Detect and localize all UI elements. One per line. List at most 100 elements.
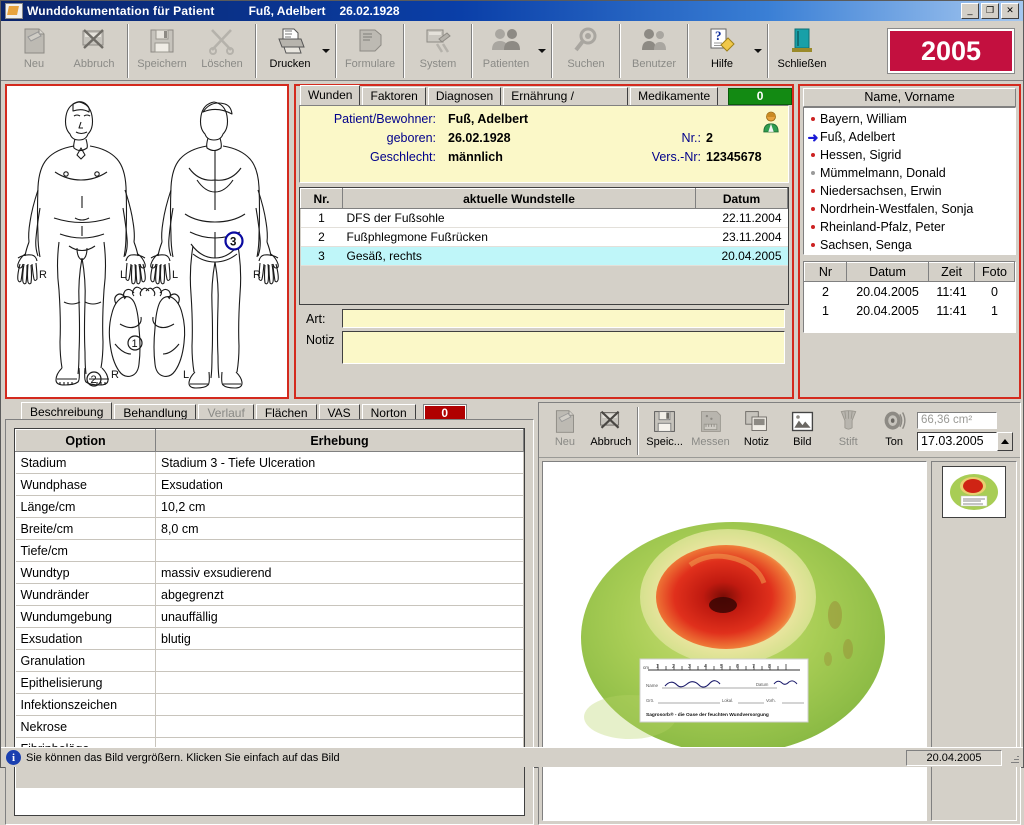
list-item[interactable]: Nordrhein-Westfalen, Sonja	[804, 200, 1015, 218]
toolbar-button-benutzer[interactable]: Benutzer	[624, 22, 684, 80]
photo-thumbnail[interactable]	[942, 466, 1006, 518]
table-row[interactable]: Granulation	[15, 649, 524, 672]
table-row[interactable]: Breite/cm 8,0 cm	[15, 517, 524, 540]
session-table[interactable]: Nr Datum Zeit Foto 2 20.04.2005 11:41 0	[803, 261, 1016, 333]
table-row[interactable]: 1 DFS der Fußsohle 22.11.2004	[300, 208, 788, 228]
photo-button-neu[interactable]: Neu	[542, 405, 588, 457]
toolbar-button-abbruch[interactable]: Abbruch	[64, 22, 124, 80]
photo-button-abbruch[interactable]: Abbruch	[588, 405, 634, 457]
photo-date-value[interactable]: 17.03.2005	[917, 431, 998, 451]
list-item[interactable]: Bayern, William	[804, 110, 1015, 128]
table-row[interactable]: Länge/cm 10,2 cm	[15, 495, 524, 518]
photo-label-messen: Messen	[691, 436, 730, 448]
table-row[interactable]: 3 Gesäß, rechts 20.04.2005	[300, 246, 788, 266]
maximize-button[interactable]: ❐	[981, 3, 999, 19]
toolbar-button-drucken[interactable]: Drucken	[260, 22, 320, 80]
tab-faktoren[interactable]: Faktoren	[362, 87, 426, 105]
toolbar-button-loeschen[interactable]: Löschen	[192, 22, 252, 80]
option-row-value: Stadium 3 - Tiefe Ulceration	[155, 451, 524, 474]
option-row-label: Breite/cm	[15, 517, 156, 540]
photo-label-speichern: Speic...	[646, 436, 683, 448]
photo-button-notiz[interactable]: Notiz	[733, 405, 779, 457]
wound-table-filler	[300, 265, 788, 304]
wound-row-site: Fußphlegmone Fußrücken	[342, 227, 696, 247]
wound-col-nr: Nr.	[300, 188, 343, 209]
notiz-label: Notiz	[306, 333, 335, 347]
table-row[interactable]: Tiefe/cm	[15, 539, 524, 562]
table-row[interactable]: Wundränder abgegrenzt	[15, 583, 524, 606]
patienten-dropdown-arrow[interactable]	[536, 22, 548, 80]
art-input[interactable]	[342, 309, 785, 328]
patient-list-label: Sachsen, Senga	[820, 238, 912, 252]
list-bullet-icon	[806, 207, 820, 211]
photo-button-ton[interactable]: Ton	[871, 405, 917, 457]
art-label: Art:	[306, 311, 326, 326]
list-item[interactable]: Sachsen, Senga	[804, 236, 1015, 254]
photo-date-spinner-up[interactable]	[997, 431, 1014, 451]
save-disk-icon	[650, 407, 680, 436]
wound-sites-table[interactable]: Nr. aktuelle Wundstelle Datum 1 DFS der …	[299, 187, 789, 305]
toolbar-button-hilfe[interactable]: ? Hilfe	[692, 22, 752, 80]
notiz-input[interactable]	[342, 331, 785, 364]
session-row-nr: 1	[804, 301, 847, 320]
toolbar-button-patienten[interactable]: Patienten	[476, 22, 536, 80]
hilfe-dropdown-arrow[interactable]	[752, 22, 764, 80]
photo-button-speichern[interactable]: Speic...	[642, 405, 688, 457]
toolbar-button-system[interactable]: System	[408, 22, 468, 80]
patient-vers-label: Vers.-Nr:	[651, 150, 701, 164]
photo-button-messen[interactable]: Messen	[688, 405, 734, 457]
patient-born-value: 26.02.1928	[448, 131, 511, 145]
list-item[interactable]: Niedersachsen, Erwin	[804, 182, 1015, 200]
option-row-value: unauffällig	[155, 605, 524, 628]
table-row[interactable]: Wundphase Exsudation	[15, 473, 524, 496]
table-row[interactable]: Nekrose	[15, 715, 524, 738]
option-row-label: Länge/cm	[15, 495, 156, 518]
toolbar-button-neu[interactable]: Neu	[4, 22, 64, 80]
toolbar-button-schliessen[interactable]: Schließen	[772, 22, 832, 80]
table-row[interactable]: 2 20.04.2005 11:41 0	[804, 281, 1015, 301]
table-row[interactable]: Wundumgebung unauffällig	[15, 605, 524, 628]
patient-list-label: Mümmelmann, Donald	[820, 166, 946, 180]
minimize-button[interactable]: _	[961, 3, 979, 19]
list-item[interactable]: Hessen, Sigrid	[804, 146, 1015, 164]
tab-medikamente[interactable]: Medikamente	[630, 87, 719, 105]
tab-ernaehrung-situation[interactable]: Ernährung / Situation	[503, 87, 629, 119]
title-patient-dob: 26.02.1928	[339, 4, 400, 18]
table-row[interactable]: 2 Fußphlegmone Fußrücken 23.11.2004	[300, 227, 788, 247]
table-row[interactable]: Infektionszeichen	[15, 693, 524, 716]
list-bullet-icon	[806, 171, 820, 175]
photo-button-stift[interactable]: Stift	[825, 405, 871, 457]
table-row[interactable]: 1 20.04.2005 11:41 1	[804, 301, 1015, 320]
tab-diagnosen[interactable]: Diagnosen	[427, 87, 502, 105]
list-item[interactable]: Rheinland-Pfalz, Peter	[804, 218, 1015, 236]
patient-born-row: geboren: 26.02.1928 Nr.: 2	[308, 131, 780, 145]
option-col-erhebung: Erhebung	[155, 429, 524, 452]
photo-date-picker[interactable]: 17.03.2005	[917, 431, 1014, 451]
table-row[interactable]: Stadium Stadium 3 - Tiefe Ulceration	[15, 451, 524, 474]
patient-list-panel: Name, Vorname Bayern, William ➜ Fuß, Ade…	[798, 84, 1021, 399]
table-row[interactable]: Exsudation blutig	[15, 627, 524, 650]
application-window: Wunddokumentation für Patient Fuß, Adelb…	[0, 0, 1024, 825]
toolbar-button-suchen[interactable]: Suchen	[556, 22, 616, 80]
patient-list-label: Niedersachsen, Erwin	[820, 184, 942, 198]
wound-photograph: cm 1 2 3 4 5 6 7 8 Name Datum Grö. Lokal…	[569, 507, 900, 775]
patient-name-row: Patient/Bewohner: Fuß, Adelbert	[308, 112, 780, 126]
toolbar-button-speichern[interactable]: Speichern	[132, 22, 192, 80]
toolbar-button-formulare[interactable]: Formulare	[340, 22, 400, 80]
tab-wunden[interactable]: Wunden	[300, 85, 361, 105]
photo-button-bild[interactable]: Bild	[779, 405, 825, 457]
option-row-value	[155, 539, 524, 562]
wound-photo-container[interactable]: cm 1 2 3 4 5 6 7 8 Name Datum Grö. Lokal…	[542, 461, 927, 821]
resize-grip-icon[interactable]	[1005, 751, 1019, 765]
patients-people-icon	[489, 25, 523, 57]
close-button[interactable]: ✕	[1001, 3, 1019, 19]
body-diagram-svg: R L L R R L 1 2 3	[17, 101, 279, 389]
list-item[interactable]: Mümmelmann, Donald	[804, 164, 1015, 182]
table-row[interactable]: Epithelisierung	[15, 671, 524, 694]
drucken-dropdown-arrow[interactable]	[320, 22, 332, 80]
table-row[interactable]: Wundtyp massiv exsudierend	[15, 561, 524, 584]
list-item[interactable]: ➜ Fuß, Adelbert	[804, 128, 1015, 146]
patient-name-list[interactable]: Bayern, William ➜ Fuß, Adelbert Hessen, …	[803, 107, 1016, 255]
body-diagram-panel[interactable]: R L L R R L 1 2 3	[5, 84, 289, 399]
patient-list-label: Nordrhein-Westfalen, Sonja	[820, 202, 974, 216]
